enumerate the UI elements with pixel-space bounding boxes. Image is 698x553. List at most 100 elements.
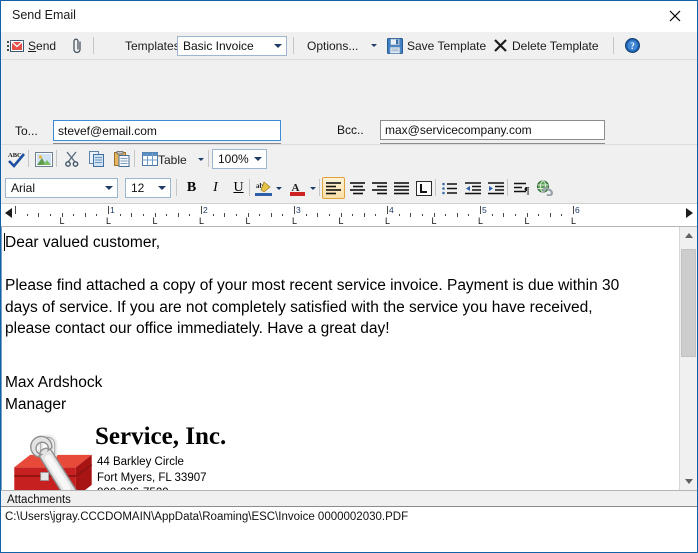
- bcc-label: Bcc..: [337, 123, 364, 137]
- table-label[interactable]: Table: [158, 153, 187, 167]
- cut-button[interactable]: [60, 148, 83, 170]
- send-email-window: Send Email Send: [0, 0, 698, 553]
- message-body-area[interactable]: Dear valued customer, Please find attach…: [1, 227, 697, 490]
- chevron-up-icon: [685, 233, 693, 238]
- italic-button[interactable]: I: [204, 177, 227, 199]
- toolbox-wrench-logo: [9, 425, 97, 490]
- close-icon: [669, 10, 681, 22]
- highlight-dropdown-arrow[interactable]: [273, 177, 284, 199]
- company-address-line1: 44 Barkley Circle: [97, 455, 207, 471]
- insert-image-button[interactable]: [32, 148, 55, 170]
- title-bar: Send Email: [1, 1, 697, 32]
- template-select[interactable]: Basic Invoice: [177, 36, 287, 56]
- chevron-down-icon: [276, 187, 282, 190]
- ruler-number: 3: [296, 205, 301, 215]
- tab-stop-marker[interactable]: L: [385, 217, 390, 226]
- chevron-down-icon: [371, 44, 377, 47]
- chevron-down-icon: [685, 479, 693, 484]
- chevron-down-icon: [310, 187, 316, 190]
- text-direction-button[interactable]: [412, 177, 435, 199]
- attachment-item[interactable]: C:\Users\jgray.CCCDOMAIN\AppData\Roaming…: [5, 511, 408, 523]
- help-button[interactable]: ?: [621, 32, 643, 59]
- to-label: To...: [15, 124, 38, 138]
- align-right-button[interactable]: [368, 177, 391, 199]
- svg-text:¶: ¶: [524, 185, 529, 195]
- tab-stop-marker[interactable]: L: [432, 217, 437, 226]
- bcc-input[interactable]: [380, 120, 605, 140]
- format-toolbar-row1: ABC: [1, 144, 697, 174]
- tab-stop-marker[interactable]: L: [246, 217, 251, 226]
- font-color-button[interactable]: A: [286, 177, 309, 199]
- underline-button[interactable]: U: [227, 177, 250, 199]
- send-button[interactable]: Send: [7, 32, 56, 59]
- body-line-2: days of service. If you are not complete…: [5, 297, 673, 319]
- font-family-select[interactable]: Arial: [5, 178, 118, 198]
- spellcheck-button[interactable]: ABC: [5, 148, 28, 170]
- align-center-button[interactable]: [346, 177, 369, 199]
- attachments-list[interactable]: C:\Users\jgray.CCCDOMAIN\AppData\Roaming…: [1, 506, 697, 553]
- bold-button[interactable]: B: [180, 177, 203, 199]
- tab-stop-marker[interactable]: L: [478, 217, 483, 226]
- attach-file-button[interactable]: [67, 32, 87, 59]
- ruler-number: 1: [110, 205, 115, 215]
- spellcheck-icon: ABC: [7, 150, 26, 168]
- highlight-button[interactable]: ab: [252, 177, 275, 199]
- text-direction-icon: [416, 181, 432, 196]
- tab-stop-marker[interactable]: L: [525, 217, 530, 226]
- font-color-dropdown-arrow[interactable]: [307, 177, 318, 199]
- copy-button[interactable]: [85, 148, 108, 170]
- ruler-number: 4: [389, 205, 394, 215]
- ruler-number: 5: [482, 205, 487, 215]
- font-family-value: Arial: [6, 181, 101, 195]
- align-left-button[interactable]: [322, 177, 345, 199]
- tab-stop-marker[interactable]: L: [153, 217, 158, 226]
- align-justify-button[interactable]: [390, 177, 413, 199]
- scroll-down-button[interactable]: [680, 473, 697, 490]
- decrease-indent-button[interactable]: [462, 177, 485, 199]
- save-template-button[interactable]: Save Template: [387, 32, 486, 59]
- message-body-text[interactable]: Dear valued customer, Please find attach…: [5, 232, 673, 340]
- options-button[interactable]: Options...: [307, 32, 358, 59]
- ruler[interactable]: 123456LLLLLLLLLLLL: [1, 203, 697, 227]
- bullet-list-icon: [442, 182, 458, 195]
- underline-label: U: [233, 180, 243, 196]
- template-select-value: Basic Invoice: [178, 39, 270, 53]
- scrollbar-thumb[interactable]: [681, 249, 696, 357]
- address-fields: To... Cc... Bcc.. From... Subject: [1, 60, 697, 144]
- help-icon: ?: [625, 38, 640, 53]
- font-size-select[interactable]: 12: [125, 178, 171, 198]
- tab-stop-marker[interactable]: L: [199, 217, 204, 226]
- save-disk-icon: [387, 38, 403, 54]
- bold-label: B: [187, 180, 196, 196]
- templates-label: Templates: [125, 32, 180, 59]
- zoom-select[interactable]: 100%: [212, 149, 267, 169]
- command-toolbar: Send Templates Basic Invoice Options...: [1, 32, 697, 60]
- paragraph-marks-button[interactable]: ¶: [510, 177, 533, 199]
- increase-indent-button[interactable]: [485, 177, 508, 199]
- tab-stop-marker[interactable]: L: [292, 217, 297, 226]
- body-line-1: Please find attached a copy of your most…: [5, 275, 673, 297]
- close-button[interactable]: [653, 1, 697, 30]
- hyperlink-button[interactable]: [533, 177, 556, 199]
- bullet-list-button[interactable]: [438, 177, 461, 199]
- company-logo-row: Service, Inc. 44 Barkley Circle Fort Mye…: [5, 423, 305, 490]
- to-input[interactable]: [53, 120, 281, 141]
- body-scrollbar[interactable]: [679, 227, 697, 490]
- delete-template-button[interactable]: Delete Template: [493, 32, 599, 59]
- align-right-icon: [372, 182, 388, 195]
- options-dropdown-arrow[interactable]: [371, 32, 377, 59]
- copy-icon: [89, 151, 105, 167]
- send-button-label: Send: [28, 39, 56, 53]
- attachments-label: Attachments: [7, 494, 71, 506]
- scroll-up-button[interactable]: [680, 227, 697, 244]
- increase-indent-icon: [488, 182, 505, 195]
- body-line-3: please contact our office immediately. H…: [5, 318, 673, 340]
- svg-text:?: ?: [630, 41, 635, 51]
- paste-button[interactable]: [110, 148, 133, 170]
- tab-stop-marker[interactable]: L: [339, 217, 344, 226]
- font-size-value: 12: [126, 181, 154, 195]
- tab-stop-marker[interactable]: L: [60, 217, 65, 226]
- tab-stop-marker[interactable]: L: [571, 217, 576, 226]
- tab-stop-marker[interactable]: L: [106, 217, 111, 226]
- chevron-down-icon: [154, 186, 170, 190]
